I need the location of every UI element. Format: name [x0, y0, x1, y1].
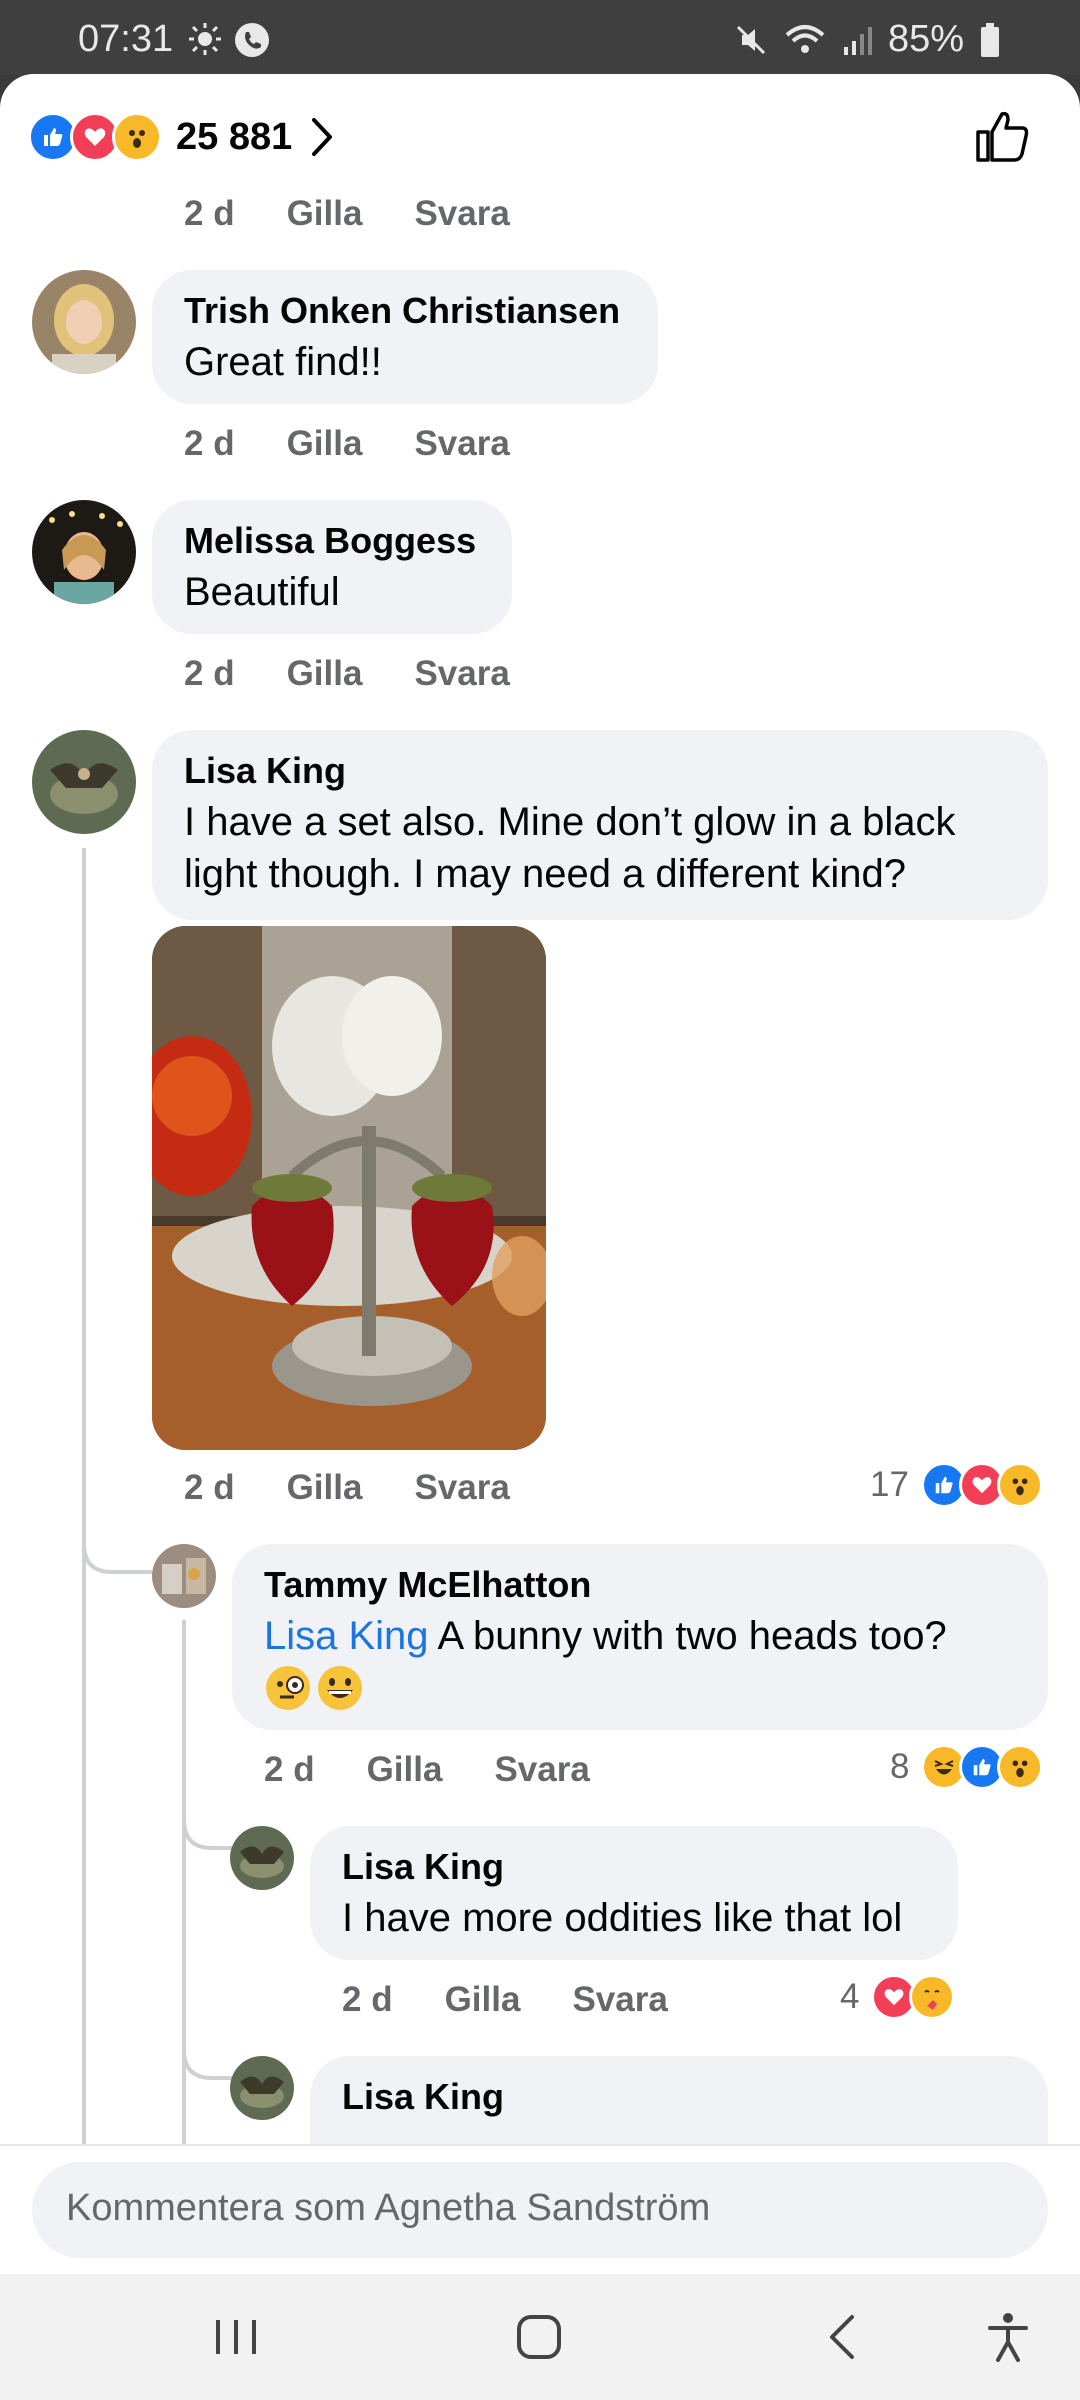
battery-icon: [981, 22, 999, 57]
comment-reactions[interactable]: 17: [870, 1462, 1043, 1508]
reply-button[interactable]: Svara: [572, 1980, 667, 2020]
wow-reaction-icon: [112, 112, 162, 162]
comment-photo[interactable]: [152, 926, 546, 1450]
comment-input[interactable]: [64, 2186, 1008, 2231]
comment-text: Great find!!: [184, 340, 382, 384]
comment-text: Beautiful: [184, 570, 340, 614]
comment-meta: 2 d Gilla Svara: [264, 1750, 642, 1790]
comment-bubble: Trish Onken Christiansen Great find!!: [152, 270, 658, 404]
wow-reaction-icon: [996, 1462, 1043, 1508]
comment-time: 2 d: [184, 654, 235, 693]
comment-meta: 2 d Gilla Svara: [184, 654, 562, 694]
comment-meta: 2 d Gilla Svara: [184, 1468, 562, 1508]
home-icon[interactable]: [514, 2312, 564, 2362]
signal-icon: [843, 26, 872, 55]
like-thumb-icon[interactable]: [974, 108, 1030, 164]
comment-time: 2 d: [184, 424, 235, 463]
avatar[interactable]: [32, 730, 136, 834]
recent-apps-icon[interactable]: [212, 2312, 260, 2362]
mute-icon: [736, 25, 765, 54]
accessibility-icon[interactable]: [986, 2312, 1030, 2362]
like-comment-button[interactable]: Gilla: [287, 194, 363, 234]
like-comment-button[interactable]: Gilla: [287, 1468, 363, 1508]
avatar[interactable]: [32, 500, 136, 604]
chevron-right-icon: [312, 118, 333, 156]
avatar[interactable]: [152, 1544, 216, 1608]
comment-time: 2 d: [264, 1750, 315, 1789]
reply-button[interactable]: Svara: [414, 194, 509, 234]
face-with-monocle-icon: [266, 1666, 310, 1710]
thread-connector: [182, 1800, 232, 1850]
comment-text: I have more oddities like that lol: [342, 1896, 903, 1940]
like-comment-button[interactable]: Gilla: [287, 424, 363, 464]
thread-connector: [82, 1514, 152, 1574]
reply-button[interactable]: Svara: [414, 654, 509, 694]
avatar[interactable]: [230, 1826, 294, 1890]
comment-meta: 2 d Gilla Svara: [184, 194, 562, 234]
comments-sheet[interactable]: 25 881 2 d Gilla Svara Trish Onken Chris…: [0, 74, 1080, 2274]
comment-bubble: Tammy McElhatton Lisa King A bunny with …: [232, 1544, 1048, 1730]
system-nav-bar: [0, 2274, 1080, 2400]
comment-reaction-count: 17: [870, 1465, 909, 1504]
brightness-icon: [189, 23, 221, 55]
comment-time: 2 d: [184, 194, 235, 233]
reply-button[interactable]: Svara: [414, 1468, 509, 1508]
comment-reactions[interactable]: 8: [890, 1744, 1044, 1790]
comment-reaction-count: 8: [890, 1747, 910, 1786]
comment-time: 2 d: [342, 1980, 393, 2019]
reply-button[interactable]: Svara: [414, 424, 509, 464]
reply-button[interactable]: Svara: [494, 1750, 589, 1790]
comment-time: 2 d: [184, 1468, 235, 1507]
avatar[interactable]: [230, 2056, 294, 2120]
comment-reaction-count: 4: [840, 1977, 860, 2016]
avatar[interactable]: [32, 270, 136, 374]
comment-text: Lisa King A bunny with two heads too?: [264, 1614, 947, 1658]
comment-text: I have a set also. Mine don’t glow in a …: [184, 800, 956, 896]
reaction-count: 25 881: [176, 115, 293, 158]
battery-percent: 85%: [887, 18, 964, 60]
mention-link[interactable]: Lisa King: [264, 1614, 429, 1658]
commenter-name[interactable]: Lisa King: [184, 746, 1016, 796]
commenter-name[interactable]: Lisa King: [342, 2072, 1016, 2122]
comment-input-container[interactable]: [32, 2162, 1048, 2258]
comment-bubble: Lisa King I have more oddities like that…: [310, 1826, 958, 1960]
like-comment-button[interactable]: Gilla: [367, 1750, 443, 1790]
like-comment-button[interactable]: Gilla: [287, 654, 363, 694]
status-time: 07:31: [78, 18, 174, 60]
wow-reaction-icon: [997, 1744, 1044, 1790]
reactions-header: 25 881: [0, 74, 1080, 194]
comment-bubble: Melissa Boggess Beautiful: [152, 500, 512, 634]
reactions-summary[interactable]: 25 881: [28, 112, 334, 162]
comment-bubble: Lisa King I have a set also. Mine don’t …: [152, 730, 1048, 920]
like-comment-button[interactable]: Gilla: [445, 1980, 521, 2020]
commenter-name[interactable]: Tammy McElhatton: [264, 1560, 1016, 1610]
wifi-icon: [785, 24, 825, 53]
comment-meta: 2 d Gilla Svara: [342, 1980, 720, 2020]
back-icon[interactable]: [824, 2312, 860, 2362]
commenter-name[interactable]: Trish Onken Christiansen: [184, 286, 626, 336]
comment-meta: 2 d Gilla Svara: [184, 424, 562, 464]
care-reaction-icon: [909, 1974, 956, 2020]
grinning-face-icon: [318, 1666, 362, 1710]
commenter-name[interactable]: Lisa King: [342, 1842, 926, 1892]
status-bar: 07:31 85%: [0, 0, 1080, 75]
comment-reactions[interactable]: 4: [840, 1974, 956, 2020]
phone-call-icon: [235, 23, 269, 57]
thread-connector: [182, 2030, 232, 2080]
comment-composer: [0, 2144, 1080, 2274]
commenter-name[interactable]: Melissa Boggess: [184, 516, 480, 566]
